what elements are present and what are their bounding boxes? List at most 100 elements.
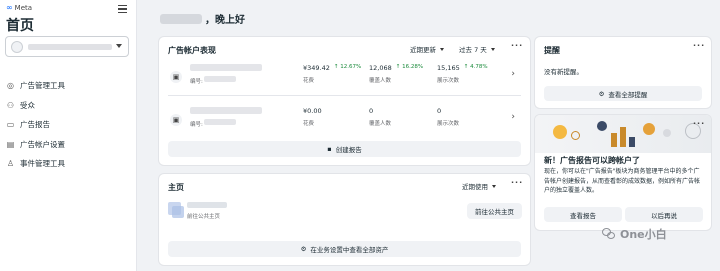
sidebar: ∞ Meta 首页 ◎ 广告管理工具 ⚇ 受众 ▭ 广告报告 ▤ 广告帐户设置 … <box>0 0 137 271</box>
page-name-redacted <box>187 202 227 208</box>
target-icon: ◎ <box>7 81 14 91</box>
reach-change: ↑ 16.28% <box>395 64 424 70</box>
sidebar-item-events-manager[interactable]: ♙ 事件管理工具 <box>6 154 65 174</box>
page-avatar-overlay <box>172 206 184 218</box>
reach-value: 12,068 <box>369 64 392 72</box>
sidebar-item-label: 广告帐户设置 <box>20 139 65 149</box>
spend-label: 花费 <box>303 78 315 84</box>
impressions-value: 0 <box>437 107 442 115</box>
greeting-text: ，晚上好 <box>205 15 245 26</box>
sidebar-item-label: 广告报告 <box>20 120 50 130</box>
chevron-right-icon[interactable]: › <box>511 69 515 79</box>
sort-dropdown-label: 近期更新 <box>410 46 436 54</box>
gear-icon: ⚙ <box>598 89 605 98</box>
impressions-label: 展示次数 <box>437 78 460 84</box>
reach-label: 覆盖人数 <box>369 121 392 127</box>
menu-icon[interactable] <box>118 5 127 13</box>
brand-name: Meta <box>14 4 33 12</box>
ad-account-row[interactable]: ▣ 编号: ¥349.42 ↑ 12.67% 花费 12,068 ↑ 16.28% … <box>168 62 519 94</box>
ad-account-row[interactable]: ▣ 编号: ¥0.00 花费 0 覆盖人数 0 展示次数 › <box>168 105 519 137</box>
avatar <box>11 41 23 53</box>
card-title: 主页 <box>168 183 184 192</box>
cross-account-reporting-promo: ··· 新！广告报告可以跨帐户了 现在，你可以在"广告报告"板块为商务管理平台中… <box>535 115 711 230</box>
spend-metric: ¥0.00 花费 <box>303 107 322 127</box>
view-all-assets-button[interactable]: ⚙ 在业务设置中查看全部资产 <box>168 241 521 257</box>
sidebar-item-account-settings[interactable]: ▤ 广告帐户设置 <box>6 135 65 155</box>
promo-illustration <box>535 115 711 153</box>
chevron-down-icon <box>490 47 495 51</box>
gear-icon: ⚙ <box>300 245 307 253</box>
view-all-alerts-button[interactable]: ⚙ 查看全部提醒 <box>544 86 702 101</box>
no-alerts-text: 没有新提醒。 <box>544 68 583 76</box>
chevron-down-icon <box>492 184 496 188</box>
account-id-redacted <box>204 76 236 82</box>
account-name-redacted <box>28 44 112 50</box>
settings-icon: ▤ <box>6 139 15 149</box>
more-options-icon[interactable]: ··· <box>693 119 705 128</box>
spend-value: ¥0.00 <box>303 107 322 115</box>
sidebar-nav: ◎ 广告管理工具 ⚇ 受众 ▭ 广告报告 ▤ 广告帐户设置 ♙ 事件管理工具 <box>6 76 65 174</box>
more-options-icon[interactable]: ··· <box>511 41 523 50</box>
wechat-icon <box>602 228 616 240</box>
account-selector[interactable] <box>5 36 129 57</box>
report-icon: ▭ <box>6 120 15 130</box>
account-id-redacted <box>204 119 236 125</box>
sidebar-item-label: 受众 <box>20 100 35 110</box>
view-report-label: 查看报告 <box>570 211 596 220</box>
sidebar-item-audiences[interactable]: ⚇ 受众 <box>6 96 65 116</box>
more-options-icon[interactable]: ··· <box>693 41 705 50</box>
view-report-button[interactable]: 查看报告 <box>544 207 622 222</box>
chevron-down-icon <box>440 47 444 51</box>
spend-change: ↑ 12.67% <box>333 64 362 70</box>
impressions-value: 15,165 <box>437 64 460 72</box>
audience-icon: ⚇ <box>6 100 15 110</box>
page-title: 首页 <box>6 18 34 34</box>
briefcase-icon: ▣ <box>170 71 182 83</box>
view-all-assets-label: 在业务设置中查看全部资产 <box>310 246 389 254</box>
sort-dropdown[interactable]: 近期更新 <box>410 44 444 54</box>
account-name-redacted <box>190 107 262 114</box>
date-range-dropdown[interactable]: 过去 7 天 <box>459 44 495 54</box>
card-title: 广告帐户表现 <box>168 46 216 55</box>
pages-sort-dropdown[interactable]: 近期使用 <box>462 181 496 191</box>
impressions-metric: 0 展示次数 <box>437 107 459 127</box>
account-id-label: 编号: <box>190 122 203 128</box>
meta-logo[interactable]: ∞ Meta <box>6 4 33 13</box>
spend-metric: ¥349.42 ↑ 12.67% 花费 <box>303 64 361 84</box>
sidebar-item-label: 事件管理工具 <box>20 159 65 169</box>
impressions-change: ↑ 4.78% <box>463 64 488 70</box>
go-to-page-button[interactable]: 前往公共主页 <box>467 203 522 219</box>
impressions-metric: 15,165 ↑ 4.78% 展示次数 <box>437 64 488 84</box>
promo-body: 现在，你可以在"广告报告"板块为商务管理平台中的多个广告帐户创建报告，从而查看彰… <box>544 168 701 194</box>
date-range-label: 过去 7 天 <box>459 46 487 54</box>
pages-sort-label: 近期使用 <box>462 183 488 191</box>
reach-metric: 0 覆盖人数 <box>369 107 391 127</box>
reach-label: 覆盖人数 <box>369 78 392 84</box>
greeting: ，晚上好 <box>160 11 245 26</box>
promo-title: 新！广告报告可以跨帐户了 <box>544 156 640 165</box>
spend-label: 花费 <box>303 121 315 127</box>
create-report-button[interactable]: ▪ 创建报告 <box>168 141 521 157</box>
pages-card: 主页 近期使用 ··· 前往公共主页 前往公共主页 ⚙ 在业务设置中查看全部资产 <box>159 174 530 265</box>
ad-account-performance-card: 广告帐户表现 近期更新 过去 7 天 ··· ▣ 编号: ¥349.42 ↑ 12… <box>159 37 530 165</box>
impressions-label: 展示次数 <box>437 121 460 127</box>
chevron-right-icon[interactable]: › <box>511 112 515 122</box>
wechat-watermark: One小白 <box>602 226 667 242</box>
user-name-redacted <box>160 13 202 24</box>
go-to-page-label: 前往公共主页 <box>475 208 514 216</box>
alerts-card: 提醒 ··· 没有新提醒。 ⚙ 查看全部提醒 <box>535 37 711 108</box>
sidebar-item-ads-reporting[interactable]: ▭ 广告报告 <box>6 115 65 135</box>
sidebar-item-ads-manager[interactable]: ◎ 广告管理工具 <box>6 76 65 96</box>
create-report-label: 创建报告 <box>335 146 362 154</box>
reach-metric: 12,068 ↑ 16.28% 覆盖人数 <box>369 64 423 84</box>
account-name-redacted <box>190 64 262 71</box>
divider <box>168 95 521 96</box>
card-title: 提醒 <box>544 46 560 55</box>
sidebar-item-label: 广告管理工具 <box>20 81 65 91</box>
later-button[interactable]: 以后再说 <box>625 207 703 222</box>
view-all-alerts-label: 查看全部提醒 <box>608 90 648 99</box>
more-options-icon[interactable]: ··· <box>511 178 523 187</box>
later-label: 以后再说 <box>651 211 677 220</box>
reach-value: 0 <box>369 107 374 115</box>
report-icon: ▪ <box>327 145 332 153</box>
